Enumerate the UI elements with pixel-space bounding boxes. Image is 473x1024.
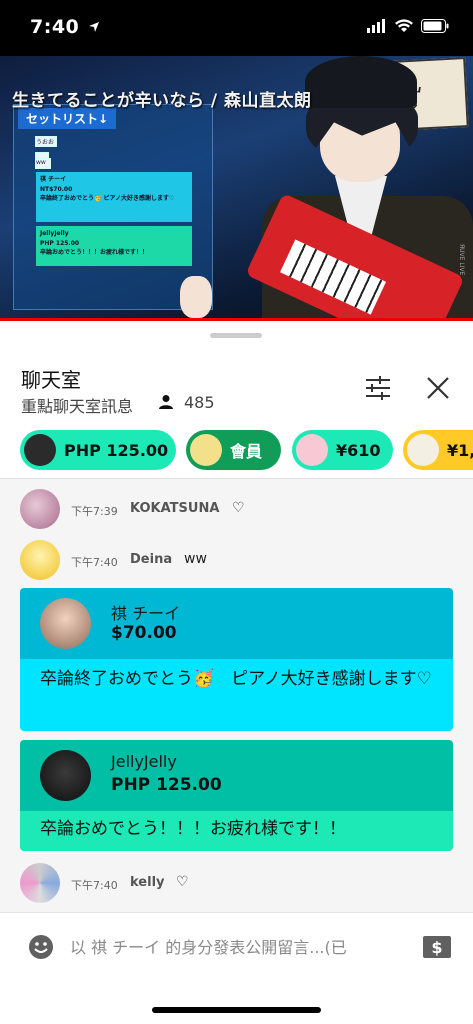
viewer-count: 485 — [184, 393, 215, 412]
avatar — [40, 750, 91, 801]
video-song-title: 生きてることが辛いなら / 森山直太朗 — [12, 91, 312, 111]
avatar — [20, 489, 60, 529]
ticker-chip[interactable]: 會員 — [186, 430, 281, 470]
status-bar: 7:40 — [0, 0, 473, 56]
video-player[interactable]: セットリスト↓ うおお ww 祺 チーイ NT$70.00 卒論終了おめでとう🥳… — [0, 56, 473, 320]
superchat-ticker: PHP 125.00 會員 ¥610 ¥1, — [0, 428, 473, 474]
message-author: Deina — [130, 552, 173, 567]
ticker-chip-label: PHP 125.00 — [64, 440, 169, 460]
superchat-amount: $70.00 — [111, 623, 177, 643]
ticker-chip[interactable]: PHP 125.00 — [20, 430, 176, 470]
drag-handle[interactable] — [210, 333, 262, 338]
overlay-superchat-card: 祺 チーイ NT$70.00 卒論終了おめでとう🥳 ピアノ大好き感謝します♡ — [36, 172, 192, 222]
home-indicator — [152, 1007, 321, 1013]
avatar — [20, 540, 60, 580]
avatar — [407, 434, 439, 466]
super-chat-icon[interactable]: $ — [422, 934, 452, 960]
ticker-chip-label: 會員 — [230, 442, 263, 461]
setlist-row: うおお — [35, 136, 57, 147]
message-timestamp: 下午7:40 — [71, 879, 118, 892]
overlay-superchat-amount: NT$70.00 — [40, 185, 73, 193]
overlay-superchat-card: JellyJelly PHP 125.00 卒論おめでとう！！！お疲れ様です！！ — [36, 226, 192, 266]
ticker-chip[interactable]: ¥610 — [292, 430, 393, 470]
superchat-author: 祺 チーイ — [111, 604, 181, 623]
chat-mode-selector[interactable]: 重點聊天室訊息 — [21, 393, 133, 417]
chat-message[interactable]: 下午7:39 KOKATSUNA ♡ — [0, 484, 473, 529]
superchat-message: 卒論おめでとう！！！お疲れ様です！！ — [20, 811, 453, 851]
setlist-row: ww — [35, 158, 51, 169]
cellular-signal-icon — [367, 19, 385, 33]
avatar — [40, 598, 91, 649]
overlay-superchat-name: JellyJelly — [40, 230, 69, 237]
message-timestamp: 下午7:40 — [71, 556, 118, 569]
overlay-superchat-name: 祺 チーイ — [40, 176, 67, 183]
chat-message[interactable]: 下午7:40 kelly ♡ — [0, 858, 473, 903]
avatar — [296, 434, 328, 466]
overlay-superchat-text: 卒論終了おめでとう🥳 ピアノ大好き感謝します♡ — [40, 195, 175, 203]
overlay-superchat-amount: PHP 125.00 — [40, 239, 80, 247]
person-icon — [159, 395, 173, 409]
location-arrow-icon — [89, 22, 100, 32]
overlay-superchat-text: 卒論おめでとう！！！お疲れ様です！！ — [40, 249, 149, 257]
battery-icon — [421, 19, 449, 33]
chat-message[interactable]: 下午7:40 Deina ww — [0, 535, 473, 580]
superchat-author: JellyJelly — [111, 752, 177, 771]
message-text: ww — [184, 551, 207, 567]
chat-message-input[interactable] — [70, 933, 410, 961]
character-hat — [305, 56, 417, 108]
superchat-message: 卒論終了おめでとう🥳 ピアノ大好き感謝します♡ — [20, 659, 453, 731]
superchat-card[interactable]: 祺 チーイ $70.00 卒論終了おめでとう🥳 ピアノ大好き感謝します♡ — [20, 588, 453, 731]
message-timestamp: 下午7:39 — [71, 505, 118, 518]
emoji-icon[interactable] — [28, 934, 54, 960]
status-time: 7:40 — [30, 16, 100, 38]
message-author: kelly — [130, 875, 165, 890]
ticker-chip[interactable]: ¥1, — [403, 430, 473, 470]
message-text: ♡ — [176, 874, 189, 890]
superchat-amount: PHP 125.00 — [111, 775, 222, 795]
status-icons — [367, 19, 449, 33]
divider — [0, 478, 473, 479]
svg-text:$: $ — [431, 938, 442, 957]
setlist-label: セットリスト↓ — [18, 108, 117, 129]
filter-settings-icon[interactable] — [362, 372, 394, 404]
chat-title: 聊天室 — [21, 368, 81, 392]
superchat-card[interactable]: JellyJelly PHP 125.00 卒論おめでとう！！！お疲れ様です！！ — [20, 740, 453, 851]
superchat-header: 祺 チーイ $70.00 — [20, 588, 453, 659]
watermark-text: ЯUVE LIVE — [458, 244, 465, 276]
ticker-chip-label: ¥1, — [447, 440, 473, 460]
wifi-icon — [395, 19, 413, 32]
superchat-header: JellyJelly PHP 125.00 — [20, 740, 453, 811]
avatar — [20, 863, 60, 903]
avatar — [190, 434, 222, 466]
close-icon[interactable] — [422, 372, 454, 404]
ticker-chip-label: ¥610 — [336, 440, 381, 460]
message-text: ♡ — [232, 500, 245, 516]
character-hand — [180, 276, 212, 318]
avatar — [24, 434, 56, 466]
message-author: KOKATSUNA — [130, 501, 220, 516]
